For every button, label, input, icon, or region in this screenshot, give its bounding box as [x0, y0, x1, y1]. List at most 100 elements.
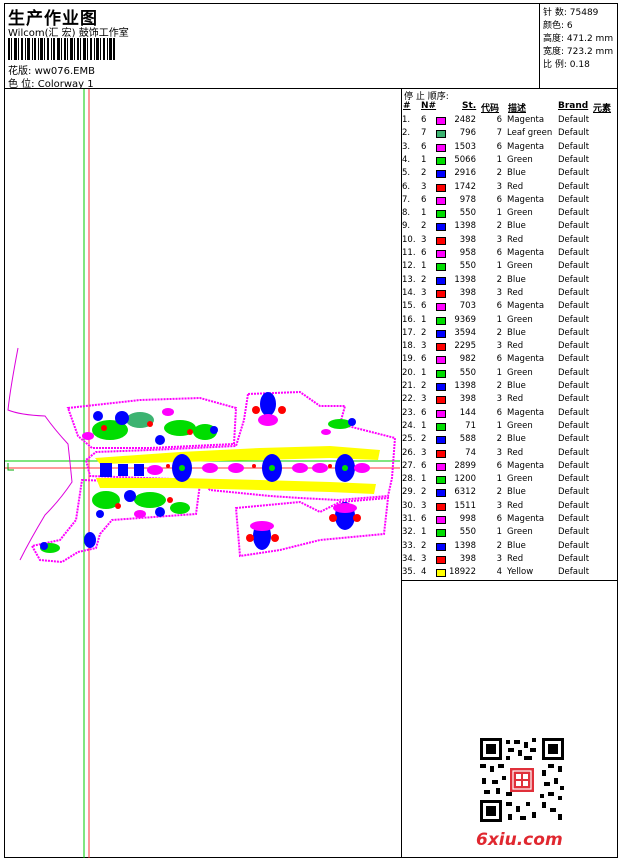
row-needle: 1: [421, 314, 427, 325]
stat-width: 宽度: 723.2 mm: [543, 47, 614, 57]
row-code: 2: [496, 274, 502, 285]
col-header-element: 元素: [593, 104, 612, 114]
row-brand: Default: [558, 434, 590, 445]
row-stitches: 144: [459, 407, 476, 418]
row-needle: 6: [421, 301, 427, 312]
row-code: 1: [496, 261, 502, 272]
row-code: 6: [496, 354, 502, 365]
row-code: 2: [496, 487, 502, 498]
color-swatch: [436, 329, 446, 338]
stop-row: 31. 6 998 6 Magenta Default: [402, 514, 616, 527]
row-description: Red: [507, 553, 524, 564]
row-stitches: 2899: [454, 460, 476, 471]
color-swatch: [436, 449, 446, 458]
row-code: 3: [496, 234, 502, 245]
row-code: 3: [496, 500, 502, 511]
row-needle: 2: [421, 274, 427, 285]
color-swatch: [436, 316, 446, 325]
row-brand: Default: [558, 474, 590, 485]
motif-upper-right: [252, 392, 356, 435]
row-stitches: 550: [459, 527, 476, 538]
row-stitches: 71: [465, 420, 476, 431]
row-brand: Default: [558, 540, 590, 551]
stop-row: 6. 3 1742 3 Red Default: [402, 182, 616, 195]
watermark-site: 6xiu.com: [476, 830, 563, 850]
row-brand: Default: [558, 407, 590, 418]
row-needle: 3: [421, 447, 427, 458]
row-brand: Default: [558, 553, 590, 564]
stop-row: 23. 6 144 6 Magenta Default: [402, 408, 616, 421]
row-needle: 3: [421, 234, 427, 245]
stat-scale: 比 例: 0.18: [543, 60, 590, 70]
row-stitches: 588: [459, 434, 476, 445]
row-description: Green: [507, 367, 533, 378]
row-needle: 1: [421, 208, 427, 219]
row-description: Red: [507, 341, 524, 352]
row-stitches: 398: [459, 553, 476, 564]
stop-row: 24. 1 71 1 Green Default: [402, 421, 616, 434]
row-brand: Default: [558, 154, 590, 165]
color-swatch: [436, 196, 446, 205]
stat-stitches: 针 数: 75489: [543, 8, 599, 18]
row-needle: 1: [421, 474, 427, 485]
row-needle: 2: [421, 327, 427, 338]
color-swatch: [436, 516, 446, 524]
color-swatch: [436, 569, 446, 578]
row-needle: 2: [421, 168, 427, 179]
row-stitches: 1742: [454, 181, 476, 192]
stop-row: 17. 2 3594 2 Blue Default: [402, 328, 616, 341]
color-swatch: [436, 343, 446, 352]
row-brand: Default: [558, 287, 590, 298]
stop-row: 32. 1 550 1 Green Default: [402, 527, 616, 540]
color-swatch: [436, 183, 446, 192]
color-swatch: [436, 250, 446, 258]
row-stitches: 550: [459, 208, 476, 219]
row-description: Magenta: [507, 354, 545, 365]
row-stitches: 398: [459, 394, 476, 405]
row-code: 6: [496, 514, 502, 524]
row-needle: 7: [421, 128, 427, 139]
row-needle: 1: [421, 261, 427, 272]
col-header-code: 代码: [481, 104, 500, 114]
row-needle: 4: [421, 567, 427, 578]
stop-row: 5. 2 2916 2 Blue Default: [402, 168, 616, 181]
motif-left-bottom: [40, 490, 190, 553]
stop-row: 20. 1 550 1 Green Default: [402, 368, 616, 381]
row-stitches: 703: [459, 301, 476, 312]
stop-row: 12. 1 550 1 Green Default: [402, 261, 616, 274]
row-needle: 1: [421, 154, 427, 165]
row-description: Blue: [507, 434, 526, 445]
stop-row: 35. 4 18922 4 Yellow Default: [402, 567, 616, 580]
row-needle: 6: [421, 514, 427, 524]
row-stitches: 1503: [454, 141, 476, 152]
row-brand: Default: [558, 527, 590, 538]
color-swatch: [436, 476, 446, 485]
stop-row: 14. 3 398 3 Red Default: [402, 288, 616, 301]
row-description: Magenta: [507, 115, 545, 125]
header-vertical-divider: [539, 3, 540, 89]
row-code: 3: [496, 181, 502, 192]
stop-row: 21. 2 1398 2 Blue Default: [402, 381, 616, 394]
color-swatch: [436, 170, 446, 179]
row-code: 6: [496, 115, 502, 125]
row-code: 6: [496, 248, 502, 258]
row-needle: 2: [421, 381, 427, 391]
row-description: Red: [507, 447, 524, 458]
row-brand: Default: [558, 341, 590, 352]
color-swatch: [436, 409, 446, 418]
row-description: Blue: [507, 327, 526, 338]
stop-row: 22. 3 398 3 Red Default: [402, 394, 616, 407]
row-needle: 6: [421, 115, 427, 125]
row-brand: Default: [558, 514, 590, 524]
row-code: 2: [496, 434, 502, 445]
row-stitches: 18922: [448, 567, 476, 578]
stop-row: 33. 2 1398 2 Blue Default: [402, 541, 616, 554]
color-swatch: [436, 223, 446, 232]
stop-row: 13. 2 1398 2 Blue Default: [402, 275, 616, 288]
row-code: 7: [496, 128, 502, 139]
motif-lower-right: [246, 502, 361, 550]
row-needle: 2: [421, 434, 427, 445]
row-stitches: 398: [459, 287, 476, 298]
row-stitches: 1511: [454, 500, 476, 511]
row-brand: Default: [558, 128, 590, 139]
